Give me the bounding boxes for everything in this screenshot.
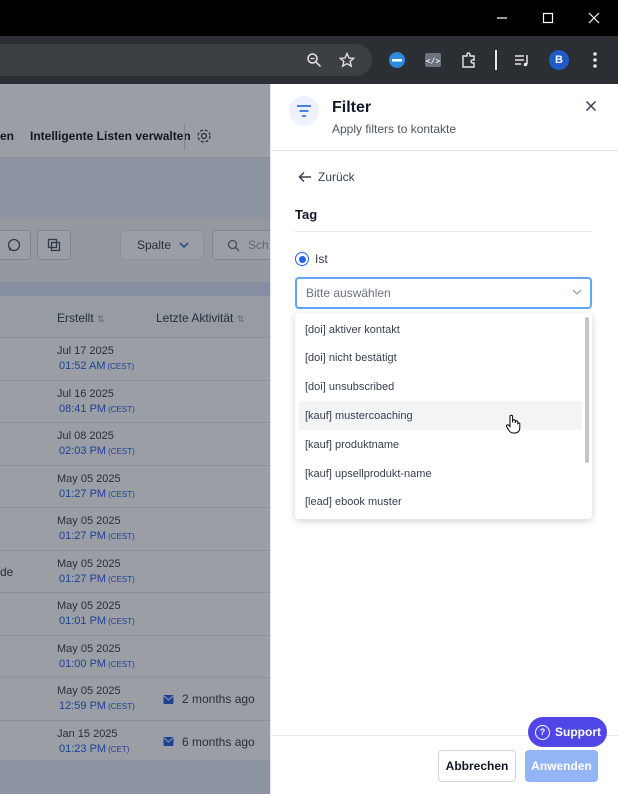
tag-option[interactable]: [doi] unsubscribed bbox=[299, 373, 582, 402]
toolbar-divider bbox=[495, 50, 497, 70]
window-titlebar bbox=[0, 0, 618, 36]
profile-initial: B bbox=[549, 50, 569, 70]
back-link[interactable]: Zurück bbox=[298, 170, 355, 184]
radio-is[interactable]: Ist bbox=[295, 252, 328, 266]
support-label: Support bbox=[555, 725, 601, 739]
modal-overlay[interactable] bbox=[0, 84, 270, 794]
apply-button[interactable]: Anwenden bbox=[525, 750, 598, 782]
close-window-button[interactable] bbox=[571, 0, 617, 36]
browser-toolbar: </> B bbox=[0, 36, 618, 84]
support-button[interactable]: ? Support bbox=[528, 717, 607, 747]
drawer-header: Filter Apply filters to kontakte bbox=[271, 84, 618, 151]
back-link-label: Zurück bbox=[318, 170, 355, 184]
zoom-icon[interactable] bbox=[302, 48, 326, 72]
puzzle-icon[interactable] bbox=[457, 48, 481, 72]
tag-option[interactable]: [kauf] upsellprodukt-name bbox=[299, 459, 582, 488]
maximize-icon bbox=[542, 12, 554, 24]
media-icon[interactable] bbox=[510, 48, 534, 72]
section-divider bbox=[295, 231, 592, 232]
filter-icon bbox=[289, 96, 319, 126]
cancel-button[interactable]: Abbrechen bbox=[438, 750, 516, 782]
code-icon[interactable]: </> bbox=[421, 48, 445, 72]
tag-option[interactable]: [kauf] produktname bbox=[299, 430, 582, 459]
help-icon: ? bbox=[535, 724, 550, 740]
tag-option[interactable]: [doi] aktiver kontakt bbox=[299, 315, 582, 344]
chevron-down-icon bbox=[572, 289, 582, 295]
tag-option[interactable]: [kauf] mustercoaching bbox=[299, 401, 582, 431]
svg-text:</>: </> bbox=[426, 57, 441, 66]
arrow-left-icon bbox=[298, 171, 311, 183]
radio-label: Ist bbox=[315, 252, 328, 266]
tag-option[interactable]: [lead] ebook muster bbox=[299, 488, 582, 517]
tag-select[interactable]: Bitte auswählen bbox=[295, 277, 592, 309]
radio-button[interactable] bbox=[295, 252, 309, 266]
section-title: Tag bbox=[295, 207, 318, 222]
filter-drawer: Filter Apply filters to kontakte Zurück … bbox=[270, 84, 618, 794]
minimize-button[interactable] bbox=[479, 0, 525, 36]
dropdown-scrollbar[interactable] bbox=[585, 317, 589, 463]
close-icon bbox=[585, 100, 597, 112]
close-drawer-button[interactable] bbox=[581, 96, 601, 116]
maximize-button[interactable] bbox=[525, 0, 571, 36]
tag-option[interactable]: [doi] nicht bestätigt bbox=[299, 344, 582, 373]
tag-dropdown-list: [doi] aktiver kontakt [doi] nicht bestäti… bbox=[295, 313, 592, 519]
star-icon[interactable] bbox=[335, 48, 359, 72]
close-icon bbox=[588, 12, 600, 24]
extension-blue-icon[interactable] bbox=[385, 48, 409, 72]
drawer-subtitle: Apply filters to kontakte bbox=[332, 122, 457, 136]
avatar[interactable]: B bbox=[547, 48, 571, 72]
minimize-icon bbox=[497, 17, 507, 19]
menu-icon[interactable] bbox=[583, 48, 607, 72]
select-placeholder: Bitte auswählen bbox=[306, 286, 391, 300]
drawer-title: Filter bbox=[332, 99, 372, 116]
hand-cursor-icon bbox=[505, 414, 521, 439]
